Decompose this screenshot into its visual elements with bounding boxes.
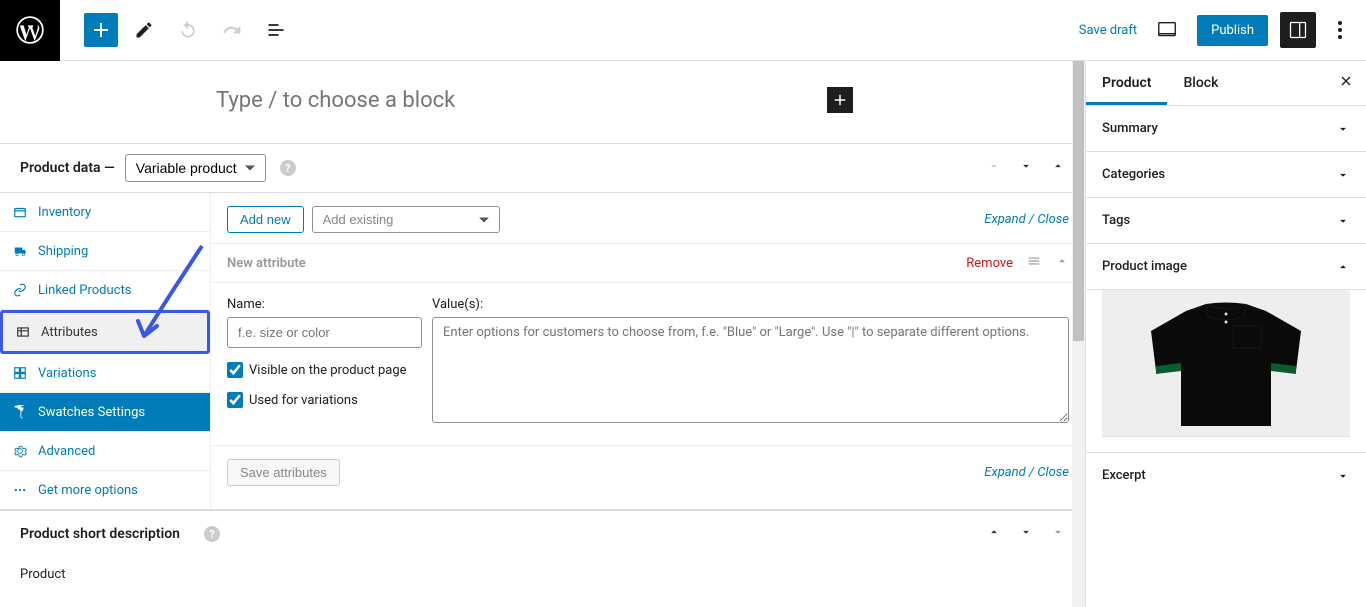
- short-description-title: Product short description: [20, 526, 180, 542]
- shipping-icon: [12, 243, 28, 259]
- chevron-down-icon: [1336, 168, 1350, 182]
- gear-icon: [12, 443, 28, 459]
- attributes-icon: [15, 324, 31, 340]
- attribute-values-textarea[interactable]: [432, 317, 1069, 423]
- values-label: Value(s):: [432, 297, 1069, 312]
- help-icon[interactable]: ?: [204, 526, 220, 542]
- tab-linked-products[interactable]: Linked Products: [0, 271, 210, 310]
- help-icon[interactable]: ?: [280, 160, 296, 176]
- panel-toggle-icon[interactable]: [1051, 525, 1065, 543]
- tab-advanced[interactable]: Advanced: [0, 432, 210, 471]
- variations-icon: [12, 365, 28, 381]
- link-icon: [12, 282, 28, 298]
- name-label: Name:: [227, 297, 422, 312]
- visible-checkbox[interactable]: [227, 362, 243, 378]
- product-type-select[interactable]: Variable product: [125, 154, 266, 182]
- inventory-icon: [12, 204, 28, 220]
- edit-icon[interactable]: [126, 12, 162, 48]
- chevron-down-icon: [1336, 214, 1350, 228]
- preview-icon[interactable]: [1149, 12, 1185, 48]
- footer-product-text: Product: [0, 557, 1085, 592]
- visible-label: Visible on the product page: [249, 363, 407, 378]
- used-variations-label: Used for variations: [249, 393, 358, 408]
- document-overview-icon[interactable]: [258, 12, 294, 48]
- expand-close-link[interactable]: Expand / Close: [984, 212, 1069, 227]
- expand-close-footer-link[interactable]: Expand / Close: [984, 465, 1069, 480]
- close-sidebar-icon[interactable]: [1338, 73, 1354, 93]
- sidebar-section-excerpt[interactable]: Excerpt: [1086, 453, 1366, 498]
- scrollbar[interactable]: [1072, 61, 1085, 607]
- add-block-inline-button[interactable]: [827, 87, 853, 113]
- sidebar-section-product-image[interactable]: Product image: [1086, 244, 1366, 290]
- new-attribute-label: New attribute: [227, 256, 306, 271]
- wrench-icon: [12, 404, 28, 420]
- sidebar-section-tags[interactable]: Tags: [1086, 198, 1366, 244]
- more-options-tab-icon: [12, 482, 28, 498]
- publish-button[interactable]: Publish: [1197, 15, 1268, 46]
- attribute-name-input[interactable]: [227, 317, 422, 348]
- add-new-button[interactable]: Add new: [227, 206, 304, 233]
- tab-inventory[interactable]: Inventory: [0, 193, 210, 232]
- tab-swatches-settings[interactable]: Swatches Settings: [0, 393, 210, 432]
- collapse-attr-icon[interactable]: [1055, 254, 1069, 272]
- undo-icon[interactable]: [170, 12, 206, 48]
- tab-shipping[interactable]: Shipping: [0, 232, 210, 271]
- block-prompt[interactable]: Type / to choose a block: [216, 88, 455, 113]
- chevron-down-icon: [1336, 122, 1350, 136]
- chevron-up-icon: [1336, 260, 1350, 274]
- tab-variations[interactable]: Variations: [0, 354, 210, 393]
- add-existing-select[interactable]: Add existing: [312, 206, 500, 233]
- sidebar-tab-block[interactable]: Block: [1167, 61, 1234, 105]
- chevron-down-icon: [1336, 469, 1350, 483]
- expand-down-icon[interactable]: [1019, 159, 1033, 177]
- save-draft-link[interactable]: Save draft: [1079, 23, 1137, 38]
- sidebar-section-summary[interactable]: Summary: [1086, 106, 1366, 152]
- save-attributes-button[interactable]: Save attributes: [227, 459, 340, 486]
- add-block-button[interactable]: [84, 13, 118, 47]
- redo-icon[interactable]: [214, 12, 250, 48]
- collapse-up-icon[interactable]: [987, 159, 1001, 177]
- product-image-preview[interactable]: [1102, 290, 1350, 437]
- wordpress-logo[interactable]: [0, 0, 60, 61]
- sidebar-section-categories[interactable]: Categories: [1086, 152, 1366, 198]
- settings-panel-toggle[interactable]: [1280, 12, 1316, 48]
- sidebar-tab-product[interactable]: Product: [1086, 61, 1167, 105]
- remove-link[interactable]: Remove: [966, 256, 1013, 271]
- tab-get-more[interactable]: Get more options: [0, 471, 210, 509]
- used-variations-checkbox[interactable]: [227, 392, 243, 408]
- expand-down-icon[interactable]: [1019, 525, 1033, 543]
- tab-attributes[interactable]: Attributes: [0, 310, 210, 354]
- product-data-title: Product data —: [20, 160, 115, 176]
- collapse-up-icon[interactable]: [987, 525, 1001, 543]
- drag-handle-icon[interactable]: [1027, 254, 1041, 272]
- more-options-icon[interactable]: [1328, 12, 1352, 48]
- panel-toggle-icon[interactable]: [1051, 159, 1065, 177]
